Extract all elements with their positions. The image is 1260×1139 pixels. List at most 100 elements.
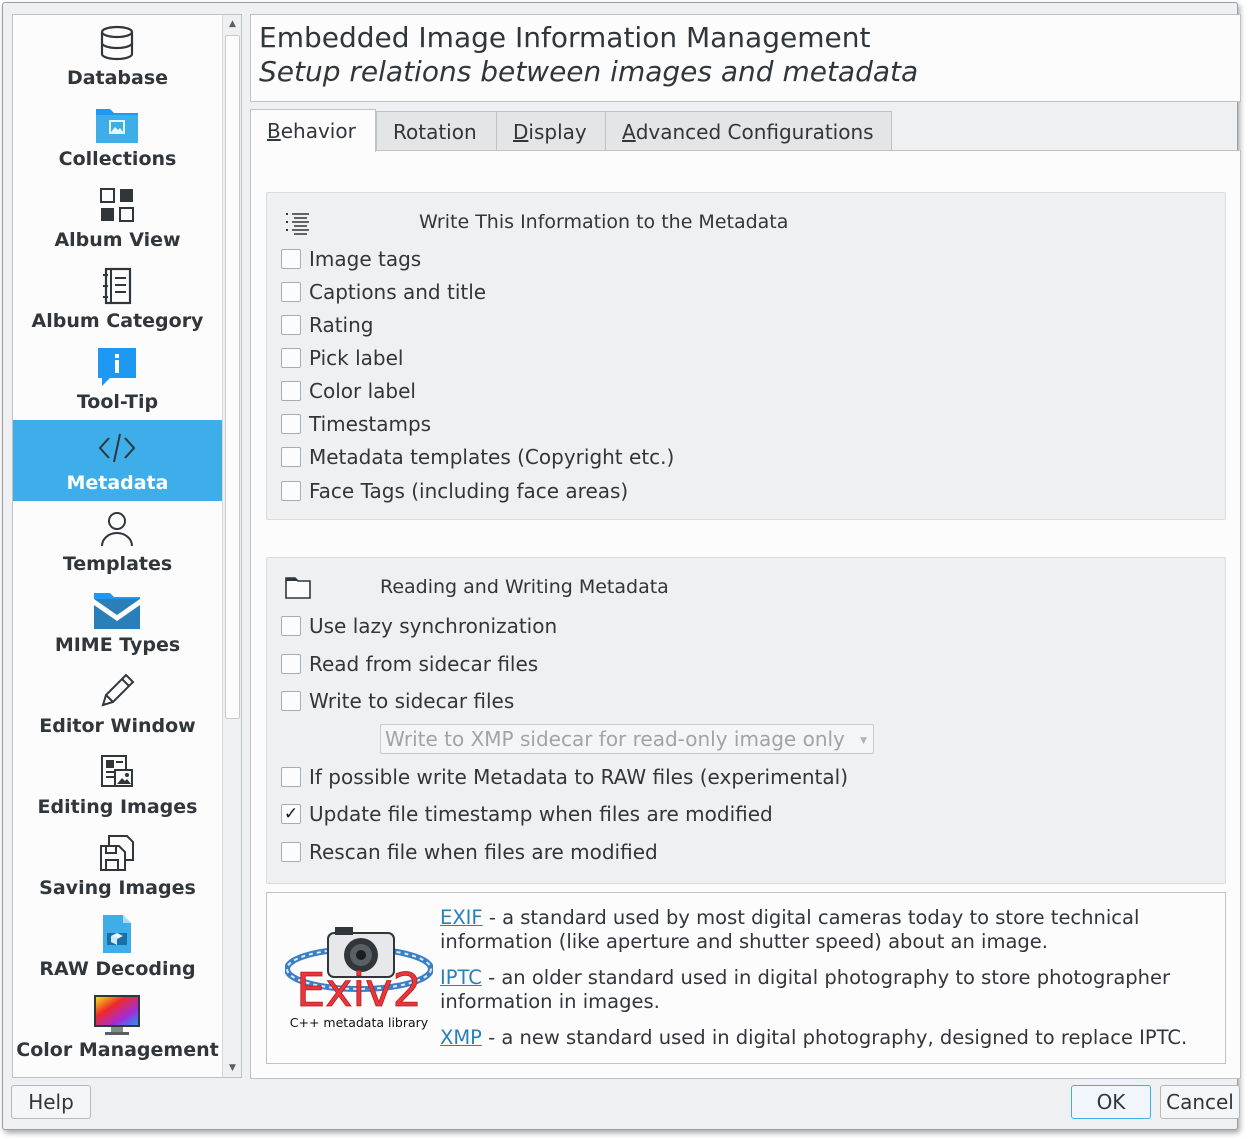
sidebar-item-raw-decoding[interactable]: RAW Decoding (13, 906, 222, 987)
color-label-checkbox[interactable]: Color label (281, 377, 416, 405)
checkbox-label: Rating (309, 313, 374, 337)
timestamps-checkbox[interactable]: Timestamps (281, 410, 431, 438)
sidebar-item-mime-types[interactable]: MIME Types (13, 582, 222, 663)
xmp-link[interactable]: XMP (440, 1026, 482, 1049)
logo-text: Exiv2 (296, 963, 422, 1017)
tab-advanced-configurations[interactable]: Advanced Configurations (605, 111, 892, 151)
checkbox-label: Update file timestamp when files are mod… (309, 802, 773, 826)
sidebar-item-label: Collections (58, 148, 177, 170)
checkbox-label: Captions and title (309, 280, 487, 304)
write-metadata-group: Write This Information to the Metadata I… (266, 192, 1226, 520)
checkbox-box[interactable] (281, 348, 301, 368)
checkbox-box[interactable] (281, 414, 301, 434)
checkbox-label: Face Tags (including face areas) (309, 479, 629, 503)
database-icon (93, 21, 141, 65)
checkbox-box[interactable] (281, 447, 301, 467)
sidebar-item-album-category[interactable]: Album Category (13, 258, 222, 339)
checkbox-box[interactable] (281, 381, 301, 401)
xmp-description: XMP - a new standard used in digital pho… (440, 1026, 1187, 1050)
checkbox-label: Color label (309, 379, 416, 403)
rating-checkbox[interactable]: Rating (281, 311, 373, 339)
ok-button[interactable]: OK (1071, 1085, 1151, 1119)
iptc-link[interactable]: IPTC (440, 966, 482, 989)
checkbox-box[interactable] (281, 616, 301, 636)
help-button[interactable]: Help (11, 1085, 91, 1119)
checkbox-label: Image tags (309, 247, 422, 271)
sidebar-item-label: Saving Images (39, 877, 196, 899)
checkbox-box[interactable] (281, 481, 301, 501)
checkbox-box[interactable] (281, 691, 301, 711)
tab-rotation[interactable]: Rotation (376, 111, 497, 151)
checkbox-box[interactable] (281, 315, 301, 335)
checkbox-label: Pick label (309, 346, 404, 370)
metadata-info-box: Exiv2 C++ metadata library EXIF - a stan… (266, 892, 1226, 1064)
xmp-text: - a new standard used in digital photogr… (481, 1026, 1188, 1049)
write-raw-checkbox[interactable]: If possible write Metadata to RAW files … (281, 763, 848, 791)
sidebar-item-tool-tip[interactable]: Tool-Tip (13, 339, 222, 420)
cancel-button[interactable]: Cancel (1160, 1085, 1240, 1119)
tab-mnemonic: B (267, 119, 281, 143)
checkbox-box[interactable] (281, 767, 301, 787)
sidebar-item-album-view[interactable]: Album View (13, 177, 222, 258)
checkbox-box[interactable] (281, 842, 301, 862)
sidebar-item-label: RAW Decoding (39, 958, 196, 980)
exif-link[interactable]: EXIF (440, 906, 483, 929)
sidebar-item-database[interactable]: Database (13, 15, 222, 96)
image-tags-checkbox[interactable]: Image tags (281, 245, 421, 273)
sidebar-item-collections[interactable]: Collections (13, 96, 222, 177)
face-tags-checkbox[interactable]: Face Tags (including face areas) (281, 477, 628, 505)
checkbox-box[interactable]: ✓ (281, 804, 301, 824)
sidebar-item-editor-window[interactable]: Editor Window (13, 663, 222, 744)
sidebar-list: Database Collections Album View Album Ca… (13, 15, 222, 1077)
sidebar-item-label: Database (66, 67, 169, 89)
settings-sidebar: Database Collections Album View Album Ca… (12, 14, 242, 1078)
page-header: Embedded Image Information Management Se… (250, 14, 1241, 102)
checkbox-box[interactable] (281, 249, 301, 269)
pick-label-checkbox[interactable]: Pick label (281, 344, 403, 372)
sidebar-item-color-management[interactable]: Color Management (13, 987, 222, 1068)
checkbox-box[interactable] (281, 654, 301, 674)
sidebar-item-saving-images[interactable]: Saving Images (13, 825, 222, 906)
metadata-templates-checkbox[interactable]: Metadata templates (Copyright etc.) (281, 443, 674, 471)
sidebar-item-metadata[interactable]: Metadata (13, 420, 222, 501)
logo-caption: C++ metadata library (290, 1015, 429, 1030)
scroll-down-arrow-icon[interactable]: ▼ (223, 1059, 241, 1077)
read-write-metadata-group: Reading and Writing Metadata Use lazy sy… (266, 557, 1226, 884)
tab-label: isplay (528, 119, 587, 144)
sidebar-scrollbar[interactable]: ▲ ▼ (222, 15, 241, 1077)
scroll-up-arrow-icon[interactable]: ▲ (223, 15, 241, 33)
checkbox-label: Read from sidecar files (309, 652, 539, 676)
sidecar-mode-select[interactable]: Write to XMP sidecar for read-only image… (380, 724, 874, 754)
read-sidecar-checkbox[interactable]: Read from sidecar files (281, 650, 538, 678)
write-group-title: Write This Information to the Metadata (419, 211, 789, 233)
iptc-description-line2: information in images. (440, 990, 660, 1013)
image-edit-icon (93, 750, 141, 794)
checkbox-label: Metadata templates (Copyright etc.) (309, 445, 675, 469)
read-write-group-title: Reading and Writing Metadata (380, 576, 669, 598)
checkbox-box[interactable] (281, 282, 301, 302)
album-view-icon (93, 183, 141, 227)
update-timestamp-checkbox[interactable]: ✓ Update file timestamp when files are mo… (281, 800, 773, 828)
sidebar-item-templates[interactable]: Templates (13, 501, 222, 582)
tab-behavior[interactable]: Behavior (250, 109, 376, 152)
write-sidecar-checkbox[interactable]: Write to sidecar files (281, 687, 514, 715)
tab-label: ehavior (280, 119, 356, 143)
checkbox-label: Use lazy synchronization (309, 614, 558, 638)
lazy-sync-checkbox[interactable]: Use lazy synchronization (281, 612, 557, 640)
sidebar-item-editing-images[interactable]: Editing Images (13, 744, 222, 825)
sidecar-mode-value: Write to XMP sidecar for read-only image… (385, 727, 845, 751)
rescan-file-checkbox[interactable]: Rescan file when files are modified (281, 838, 658, 866)
iptc-text: - an older standard used in digital phot… (481, 966, 1171, 989)
tab-display[interactable]: Display (496, 111, 606, 151)
folder-icon (285, 576, 311, 604)
save-icon (93, 831, 141, 875)
sidebar-item-label: Album View (54, 229, 181, 251)
user-icon (93, 507, 141, 551)
sidebar-item-label: Tool-Tip (76, 391, 159, 413)
checkbox-label: If possible write Metadata to RAW files … (309, 765, 849, 789)
captions-title-checkbox[interactable]: Captions and title (281, 278, 486, 306)
color-monitor-icon (93, 993, 141, 1037)
sidebar-item-label: Color Management (16, 1039, 219, 1061)
scrollbar-thumb[interactable] (225, 35, 240, 719)
exif-description: EXIF - a standard used by most digital c… (440, 906, 1139, 930)
